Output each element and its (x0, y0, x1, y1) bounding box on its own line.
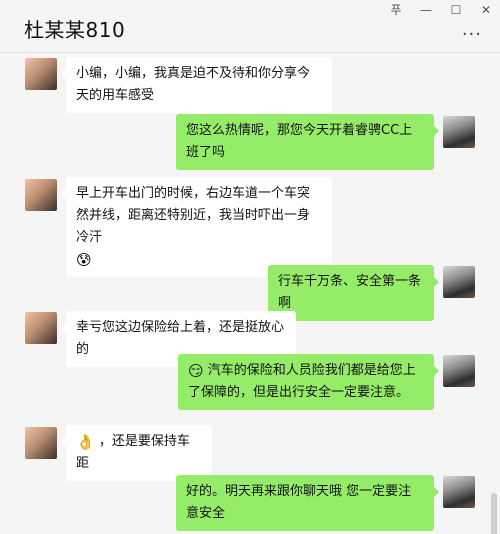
message-bubble-incoming[interactable]: 小编，小编，我真是迫不及待和你分享今天的用车感受 (61, 57, 332, 113)
message-bubble-outgoing[interactable]: 😏 汽车的保险和人员险我们都是给您上了保障的，但是出行安全一定要注意。 (178, 354, 439, 410)
message-text: 行车千万条、安全第一条啊 (278, 274, 422, 311)
message-bubble-outgoing[interactable]: 好的。明天再来跟你聊天哦 您一定要注意安全 (176, 475, 439, 531)
message-text: 小编，小编，我真是迫不及待和你分享今天的用车感受 (76, 66, 311, 103)
contact-avatar[interactable] (25, 179, 57, 211)
message-text: 好的。明天再来跟你聊天哦 您一定要注意安全 (186, 484, 412, 521)
message-bubble-incoming[interactable]: 早上开车出门的时候，右边车道一个车突然并线，距离还特别近，我当时吓出一身冷汗 😰 (61, 177, 332, 277)
close-icon[interactable]: ✕ (476, 3, 496, 17)
anxious-sweat-emoji-icon: 😰 (76, 250, 92, 269)
my-avatar[interactable] (443, 266, 475, 298)
title-bar: 杜某某810 푸 — ☐ ✕ ··· (0, 0, 500, 53)
contact-avatar[interactable] (25, 427, 57, 459)
smirk-emoji-icon: 😏 (188, 361, 204, 380)
contact-avatar[interactable] (25, 58, 57, 90)
message-text: 幸亏您这边保险给上着，还是挺放心的 (76, 320, 285, 357)
pin-icon[interactable]: 푸 (386, 3, 406, 17)
chat-title: 杜某某810 (24, 18, 126, 42)
message-bubble-incoming[interactable]: 👌 ，还是要保持车距 (61, 425, 212, 481)
more-options-icon[interactable]: ··· (462, 24, 482, 45)
message-text: 早上开车出门的时候，右边车道一个车突然并线，距离还特别近，我当时吓出一身冷汗 (76, 186, 311, 245)
message-list: 小编，小编，我真是迫不及待和你分享今天的用车感受 您这么热情呢，那您今天开着睿骋… (0, 53, 500, 534)
message-bubble-outgoing[interactable]: 您这么热情呢，那您今天开着睿骋CC上班了吗 (176, 114, 439, 170)
maximize-icon[interactable]: ☐ (446, 3, 466, 17)
my-avatar[interactable] (443, 476, 475, 508)
message-text: 您这么热情呢，那您今天开着睿骋CC上班了吗 (186, 123, 413, 160)
minimize-icon[interactable]: — (416, 3, 436, 17)
my-avatar[interactable] (443, 355, 475, 387)
message-text: 汽车的保险和人员险我们都是给您上了保障的，但是出行安全一定要注意。 (188, 363, 416, 400)
scrollbar[interactable] (491, 493, 497, 534)
my-avatar[interactable] (443, 116, 475, 148)
ok-hand-emoji-icon: 👌 (76, 432, 95, 451)
chat-window: 杜某某810 푸 — ☐ ✕ ··· 小编，小编，我真是迫不及待和你分享今天的用… (0, 0, 500, 534)
contact-avatar[interactable] (25, 312, 57, 344)
